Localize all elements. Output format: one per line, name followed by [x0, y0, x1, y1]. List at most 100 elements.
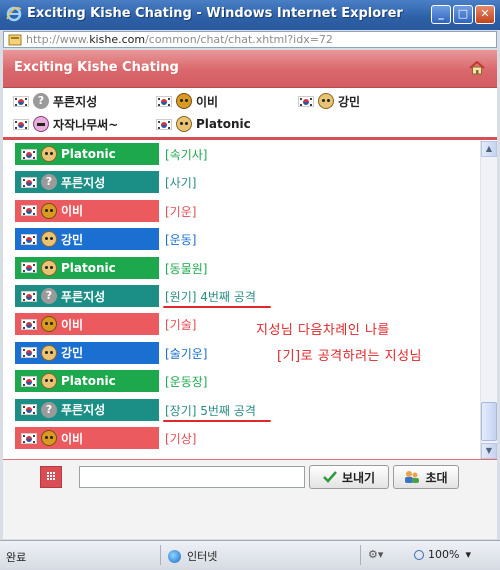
divider	[3, 137, 497, 140]
sender-badge[interactable]: 이비	[15, 427, 159, 449]
sender-name: 이비	[61, 317, 84, 332]
user-list: ? 푸른지성 이비 강민 자작나무써~ Platonic	[3, 88, 497, 136]
zoom-control[interactable]: 100% ▾	[414, 548, 471, 561]
korea-flag-icon	[21, 347, 37, 359]
korea-flag-icon	[21, 148, 37, 160]
emoticon-button[interactable]	[40, 466, 62, 488]
zoom-level: 100%	[428, 548, 460, 561]
browser-window: Exciting Kishe Chating - Windows Interne…	[0, 0, 500, 570]
zone-label: 인터넷	[187, 550, 218, 563]
message-text: [기상]	[165, 432, 197, 446]
chat-scrollbar[interactable]: ▲ ▼	[480, 141, 497, 459]
address-bar[interactable]: http://www.kishe.com/common/chat/chat.xh…	[3, 31, 497, 48]
sender-badge[interactable]: ? 푸른지성	[15, 285, 159, 307]
minimize-button[interactable]: _	[431, 5, 451, 24]
status-text: 완료	[6, 551, 27, 564]
scroll-down-icon[interactable]: ▼	[481, 443, 497, 459]
sender-name: 푸른지성	[61, 175, 106, 190]
sender-badge[interactable]: Platonic	[15, 256, 159, 279]
user-item[interactable]: Platonic	[156, 114, 251, 134]
question-icon: ?	[41, 401, 57, 418]
cat-icon	[41, 231, 57, 248]
message-text: [원기] 4번째 공격	[165, 290, 256, 304]
user-item[interactable]: 이비	[156, 91, 218, 111]
korea-flag-icon	[156, 95, 172, 107]
sender-badge[interactable]: 강민	[15, 228, 159, 251]
cat-icon	[41, 344, 57, 361]
message-text: [속기사]	[165, 148, 208, 162]
send-button[interactable]: 보내기	[309, 465, 389, 489]
protected-mode-icon[interactable]: ⚙▾	[368, 548, 383, 561]
page-icon	[8, 34, 22, 46]
chat-content: Exciting Kishe Chating ? 푸른지성 이비 강민 자작나무…	[3, 50, 497, 539]
sender-badge[interactable]: Platonic	[15, 370, 159, 393]
sender-badge[interactable]: 이비	[15, 313, 159, 336]
cat-icon	[41, 259, 57, 276]
bear-icon	[41, 430, 57, 446]
sender-name: Platonic	[61, 147, 116, 161]
chat-title: Exciting Kishe Chating	[14, 60, 179, 75]
chat-log[interactable]: Platonic [속기사]? 푸른지성 [사기] 이비 [기운] 강민 [운동] Platon…	[3, 141, 480, 459]
korea-flag-icon	[21, 176, 37, 188]
title-bar[interactable]: Exciting Kishe Chating - Windows Interne…	[0, 0, 500, 30]
user-name: 이비	[196, 94, 219, 109]
cat-icon	[41, 373, 57, 390]
bear-icon	[41, 202, 57, 219]
message-text: [장기] 5번째 공격	[165, 403, 256, 418]
address-url: http://www.kishe.com/common/chat/chat.xh…	[26, 33, 333, 46]
home-icon[interactable]	[469, 61, 485, 75]
user-name: Platonic	[196, 117, 251, 131]
user-name: 강민	[338, 94, 361, 109]
korea-flag-icon	[298, 95, 314, 107]
korea-flag-icon	[13, 95, 29, 107]
pink-icon	[33, 116, 49, 132]
message-text: [사기]	[165, 176, 197, 191]
status-divider	[160, 545, 161, 565]
scroll-up-icon[interactable]: ▲	[481, 141, 497, 157]
invite-label: 초대	[425, 470, 448, 485]
sender-name: 푸른지성	[61, 289, 106, 304]
korea-flag-icon	[21, 290, 37, 302]
sender-badge[interactable]: Platonic	[15, 143, 159, 165]
sender-badge[interactable]: ? 푸른지성	[15, 398, 159, 421]
user-item[interactable]: 강민	[298, 91, 360, 111]
close-button[interactable]: ✕	[475, 5, 495, 24]
people-icon	[405, 471, 420, 483]
security-zone[interactable]: 인터넷	[168, 548, 217, 564]
korea-flag-icon	[21, 404, 37, 416]
annotation-underline	[163, 306, 271, 308]
maximize-button[interactable]: □	[453, 5, 473, 24]
message-text: [기술]	[165, 318, 197, 333]
input-bar: 보내기 초대	[3, 459, 497, 539]
user-name: 푸른지성	[53, 94, 98, 109]
sender-badge[interactable]: ? 푸른지성	[15, 171, 159, 194]
message-text: [기운]	[165, 204, 197, 219]
sender-name: 이비	[61, 204, 84, 219]
sender-name: 강민	[61, 346, 84, 361]
annotation-line-1: 지성님 다음차례인 나를	[256, 323, 390, 338]
sender-badge[interactable]: 이비	[15, 199, 159, 222]
sender-name: 이비	[61, 431, 84, 446]
invite-button[interactable]: 초대	[393, 465, 459, 489]
cat-icon	[41, 146, 57, 162]
scroll-thumb[interactable]	[481, 402, 497, 441]
check-icon	[323, 471, 337, 483]
annotation-underline	[163, 419, 271, 422]
korea-flag-icon	[156, 118, 172, 130]
user-item[interactable]: 자작나무써~	[13, 114, 118, 134]
message-text: [동물원]	[165, 261, 208, 276]
user-item[interactable]: ? 푸른지성	[13, 91, 97, 111]
korea-flag-icon	[21, 205, 37, 217]
chat-header: Exciting Kishe Chating	[3, 50, 497, 88]
ie-logo-icon	[6, 6, 22, 22]
korea-flag-icon	[21, 318, 37, 330]
message-text: [운동장]	[165, 375, 208, 390]
korea-flag-icon	[13, 118, 29, 130]
status-divider	[360, 545, 361, 565]
cat-icon	[176, 116, 192, 132]
question-icon: ?	[41, 288, 57, 304]
korea-flag-icon	[21, 432, 37, 444]
cat-icon	[318, 93, 334, 109]
message-input[interactable]	[79, 466, 305, 488]
sender-badge[interactable]: 강민	[15, 341, 159, 364]
